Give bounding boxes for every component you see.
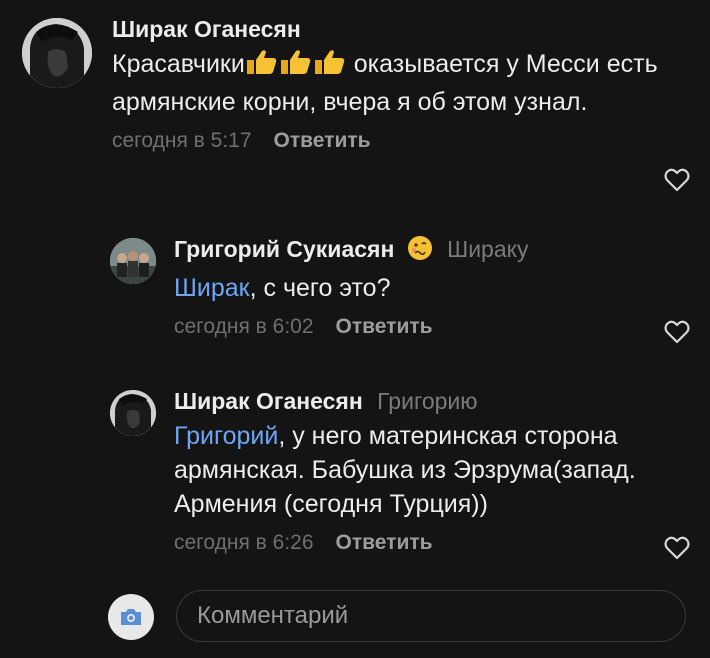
comment-time: сегодня в 5:17: [112, 129, 252, 152]
comment-composer: Комментарий: [0, 588, 710, 648]
avatar[interactable]: [110, 390, 156, 436]
comment-input-placeholder: Комментарий: [197, 602, 349, 629]
like-icon[interactable]: [664, 536, 690, 560]
comment-meta: сегодня в 6:26 Ответить: [174, 529, 690, 557]
comment-author[interactable]: Ширак Оганесян: [112, 16, 301, 42]
thumbs-up-icon: [279, 48, 313, 85]
comment-input[interactable]: Комментарий: [176, 590, 686, 642]
avatar[interactable]: [110, 238, 156, 284]
comment-time: сегодня в 6:26: [174, 531, 314, 554]
comment-text-start: Красавчики: [112, 50, 245, 78]
author-line: Григорий Сукиасян Шираку: [174, 234, 690, 268]
comment-text: Григорий, у него материнская сторона арм…: [174, 419, 690, 521]
like-icon[interactable]: [664, 320, 690, 344]
thumbs-up-icon: [313, 48, 347, 85]
camera-icon[interactable]: [108, 594, 154, 640]
comment-text-body: , с чего это?: [249, 274, 391, 302]
mention-link[interactable]: Григорий: [174, 422, 278, 450]
woozy-face-icon: [407, 235, 433, 268]
author-line: Ширак Оганесян Григорию: [174, 386, 690, 416]
comment-meta: сегодня в 6:02 Ответить: [174, 313, 690, 341]
comment-time: сегодня в 6:02: [174, 315, 314, 338]
like-icon[interactable]: [664, 168, 690, 192]
comment-content: Ширак Оганесян Красавчики оказывается у …: [112, 14, 690, 155]
reply-button[interactable]: Ответить: [336, 313, 433, 341]
comment-meta: сегодня в 5:17 Ответить: [112, 127, 690, 155]
comment-author[interactable]: Ширак Оганесян: [174, 388, 363, 414]
reply-to[interactable]: Григорию: [377, 388, 477, 414]
mention-link[interactable]: Ширак: [174, 274, 250, 302]
reply-button[interactable]: Ответить: [336, 529, 433, 557]
comment-content: Ширак Оганесян Григорию Григорий, у него…: [174, 386, 690, 557]
comment-content: Григорий Сукиасян Шираку Ширак, с чего э…: [174, 234, 690, 341]
avatar[interactable]: [22, 18, 92, 88]
comment-text: Ширак, с чего это?: [174, 271, 690, 305]
comment-text: Красавчики оказывается у Месси есть армя…: [112, 47, 690, 119]
thumbs-up-icon: [245, 48, 279, 85]
reply-to[interactable]: Шираку: [447, 236, 528, 262]
comment-author[interactable]: Григорий Сукиасян: [174, 236, 394, 262]
author-line: Ширак Оганесян: [112, 14, 690, 44]
reply-button[interactable]: Ответить: [274, 127, 371, 155]
